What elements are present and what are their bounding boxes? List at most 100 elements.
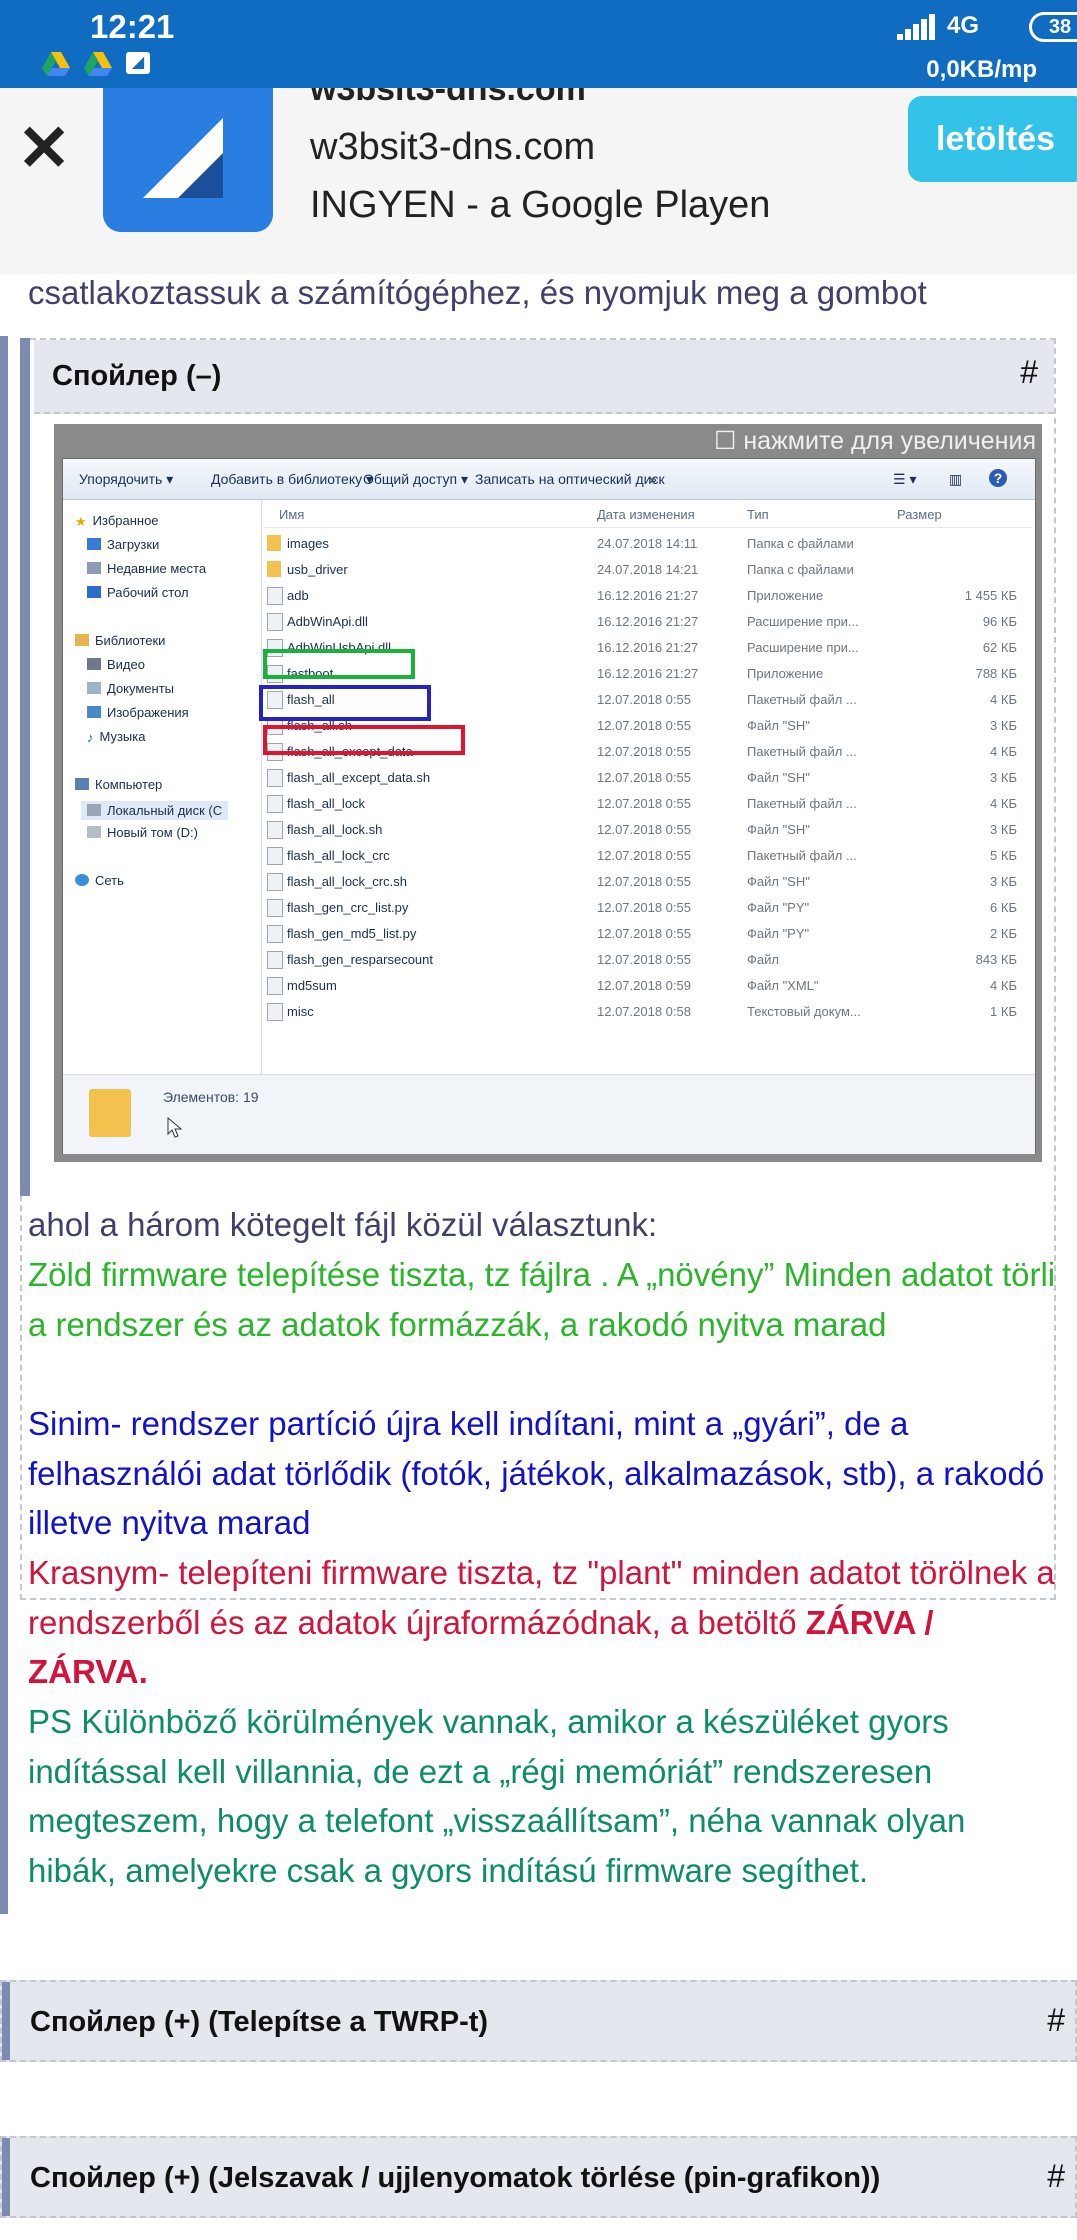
file-row[interactable]: flash_all_lock_crc.sh 12.07.2018 0:55 Файл… xyxy=(263,869,1033,895)
toolbar-organize[interactable]: Упорядочить ▾ xyxy=(79,471,173,488)
file-name: flash_gen_crc_list.py xyxy=(287,900,409,915)
file-row[interactable]: misc 12.07.2018 0:58 Текстовый докум... 1 К… xyxy=(263,999,1033,1025)
view-icon[interactable]: ☰ ▾ xyxy=(893,471,916,488)
sidebar-music[interactable]: ♪ Музыка xyxy=(87,729,145,745)
recent-icon xyxy=(87,562,101,574)
spoiler-pin-title[interactable]: Спойлер (+) (Jelszavak / ujjlenyomatok t… xyxy=(30,2162,880,2195)
intro-text: ahol a három kötegelt fájl közül választ… xyxy=(28,1206,658,1243)
file-row[interactable]: images 24.07.2018 14:11 Папка с файлами xyxy=(263,531,1033,557)
file-row[interactable]: flash_all_except_data.sh 12.07.2018 0:55 Ф… xyxy=(263,765,1033,791)
file-size: 4 КБ xyxy=(990,692,1017,707)
file-name: adb xyxy=(287,588,309,603)
file-row[interactable]: usb_driver 24.07.2018 14:21 Папка с файлам… xyxy=(263,557,1033,583)
sidebar-images[interactable]: Изображения xyxy=(87,705,189,720)
file-date: 12.07.2018 0:55 xyxy=(597,718,691,733)
file-type: Приложение xyxy=(747,666,824,681)
file-date: 24.07.2018 14:21 xyxy=(597,562,699,577)
download-button[interactable]: letöltés xyxy=(908,96,1077,182)
file-icon xyxy=(267,795,283,813)
spoiler-anchor[interactable]: # xyxy=(1020,354,1038,391)
file-name: flash_all_lock_crc.sh xyxy=(287,874,407,889)
sidebar-favorites[interactable]: ★ Избранное xyxy=(75,513,159,529)
spoiler-pin-anchor[interactable]: # xyxy=(1047,2158,1065,2195)
spoiler-title[interactable]: Спойлер (–) xyxy=(52,360,221,393)
file-date: 12.07.2018 0:55 xyxy=(597,822,691,837)
status-bar: 12:21 ◢ 4G 38 0,0KB/mp xyxy=(0,0,1077,88)
file-row[interactable]: flash_all_lock_crc 12.07.2018 0:55 Пакетны… xyxy=(263,843,1033,869)
file-type: Приложение xyxy=(747,588,824,603)
file-row[interactable]: adb 16.12.2016 21:27 Приложение 1 455 КБ xyxy=(263,583,1033,609)
red-option-text: Krasnym- telepíteni firmware tiszta, tz … xyxy=(28,1548,1058,1697)
file-date: 12.07.2018 0:55 xyxy=(597,848,691,863)
app-logo[interactable] xyxy=(103,88,273,232)
spoiler-pin[interactable]: Спойлер (+) (Jelszavak / ujjlenyomatok t… xyxy=(0,2136,1077,2218)
sidebar-libraries[interactable]: Библиотеки xyxy=(75,633,165,648)
folder-icon xyxy=(267,535,281,551)
file-date: 12.07.2018 0:55 xyxy=(597,874,691,889)
libraries-icon xyxy=(75,634,89,646)
file-type: Файл "SH" xyxy=(747,718,810,733)
file-size: 4 КБ xyxy=(990,744,1017,759)
column-name[interactable]: Имя xyxy=(279,507,304,522)
ad-banner[interactable]: ✕ w3bsit3-dns.com w3bsit3-dns.com INGYEN… xyxy=(0,88,1077,274)
file-date: 16.12.2016 21:27 xyxy=(597,666,699,681)
notification-icons: ◢ xyxy=(42,52,150,76)
file-size: 4 КБ xyxy=(990,978,1017,993)
file-name: md5sum xyxy=(287,978,337,993)
sidebar-downloads[interactable]: Загрузки xyxy=(87,537,159,552)
column-date[interactable]: Дата изменения xyxy=(597,507,695,522)
status-time: 12:21 xyxy=(90,8,175,45)
spoiler-header[interactable]: Спойлер (–) # xyxy=(34,340,1054,414)
file-date: 16.12.2016 21:27 xyxy=(597,588,699,603)
zoom-hint[interactable]: ☐ нажмите для увеличения xyxy=(714,426,1036,456)
file-type: Файл xyxy=(747,952,779,967)
file-row[interactable]: flash_all_lock.sh 12.07.2018 0:55 Файл "SH… xyxy=(263,817,1033,843)
close-icon[interactable]: ✕ xyxy=(14,116,74,180)
toolbar-share[interactable]: Общий доступ ▾ xyxy=(363,471,468,488)
folder-icon xyxy=(89,1089,131,1137)
file-row[interactable]: flash_gen_md5_list.py 12.07.2018 0:55 Файл… xyxy=(263,921,1033,947)
explorer-screenshot[interactable]: ☐ нажмите для увеличения Упорядочить ▾ Д… xyxy=(54,424,1042,1162)
spoiler-twrp-title[interactable]: Спойлер (+) (Telepítse a TWRP-t) xyxy=(30,2006,488,2039)
file-type: Файл "XML" xyxy=(747,978,819,993)
file-row[interactable]: md5sum 12.07.2018 0:59 Файл "XML" 4 КБ xyxy=(263,973,1033,999)
toolbar-burn[interactable]: Записать на оптический диск xyxy=(475,471,665,487)
file-icon xyxy=(267,873,283,891)
sidebar-video[interactable]: Видео xyxy=(87,657,145,672)
file-size: 6 КБ xyxy=(990,900,1017,915)
file-row[interactable]: flash_gen_crc_list.py 12.07.2018 0:55 Файл… xyxy=(263,895,1033,921)
sidebar-local-disk[interactable]: Локальный диск (C xyxy=(81,801,229,820)
sidebar-recent[interactable]: Недавние места xyxy=(87,561,206,576)
file-type: Текстовый докум... xyxy=(747,1004,861,1019)
file-list-header: Имя Дата изменения Тип Размер xyxy=(263,499,1033,528)
ad-subtitle: INGYEN - a Google Playen xyxy=(310,184,771,226)
ad-domain: w3bsit3-dns.com xyxy=(310,126,596,168)
file-icon xyxy=(267,613,283,631)
file-date: 12.07.2018 0:55 xyxy=(597,926,691,941)
spoiler-twrp[interactable]: Спойлер (+) (Telepítse a TWRP-t) # xyxy=(0,1980,1077,2062)
file-date: 16.12.2016 21:27 xyxy=(597,640,699,655)
cursor-icon xyxy=(167,1117,183,1138)
sidebar-computer[interactable]: Компьютер xyxy=(75,777,162,792)
spoiler-twrp-anchor[interactable]: # xyxy=(1047,2002,1065,2039)
file-row[interactable]: flash_all_lock 12.07.2018 0:55 Пакетный фа… xyxy=(263,791,1033,817)
file-row[interactable]: AdbWinApi.dll 16.12.2016 21:27 Расширение … xyxy=(263,609,1033,635)
file-date: 16.12.2016 21:27 xyxy=(597,614,699,629)
sidebar-desktop[interactable]: Рабочий стол xyxy=(87,585,189,600)
battery-icon: 38 xyxy=(1029,12,1077,42)
sidebar-new-volume[interactable]: Новый том (D:) xyxy=(87,825,198,840)
column-size[interactable]: Размер xyxy=(897,507,942,522)
disk-icon xyxy=(87,804,101,816)
pane-icon[interactable]: ▥ xyxy=(949,471,962,488)
file-row[interactable]: flash_gen_resparsecount 12.07.2018 0:55 Фа… xyxy=(263,947,1033,973)
toolbar-more[interactable]: » xyxy=(649,471,657,487)
file-type: Файл "SH" xyxy=(747,822,810,837)
toolbar-add-library[interactable]: Добавить в библиотеку ▾ xyxy=(211,471,373,488)
item-count: Элементов: 19 xyxy=(163,1089,259,1105)
file-size: 1 455 КБ xyxy=(964,588,1017,603)
help-icon[interactable]: ? xyxy=(989,469,1007,487)
sidebar-documents[interactable]: Документы xyxy=(87,681,174,696)
column-type[interactable]: Тип xyxy=(747,507,769,522)
sidebar-network[interactable]: Сеть xyxy=(75,873,124,888)
file-size: 3 КБ xyxy=(990,874,1017,889)
